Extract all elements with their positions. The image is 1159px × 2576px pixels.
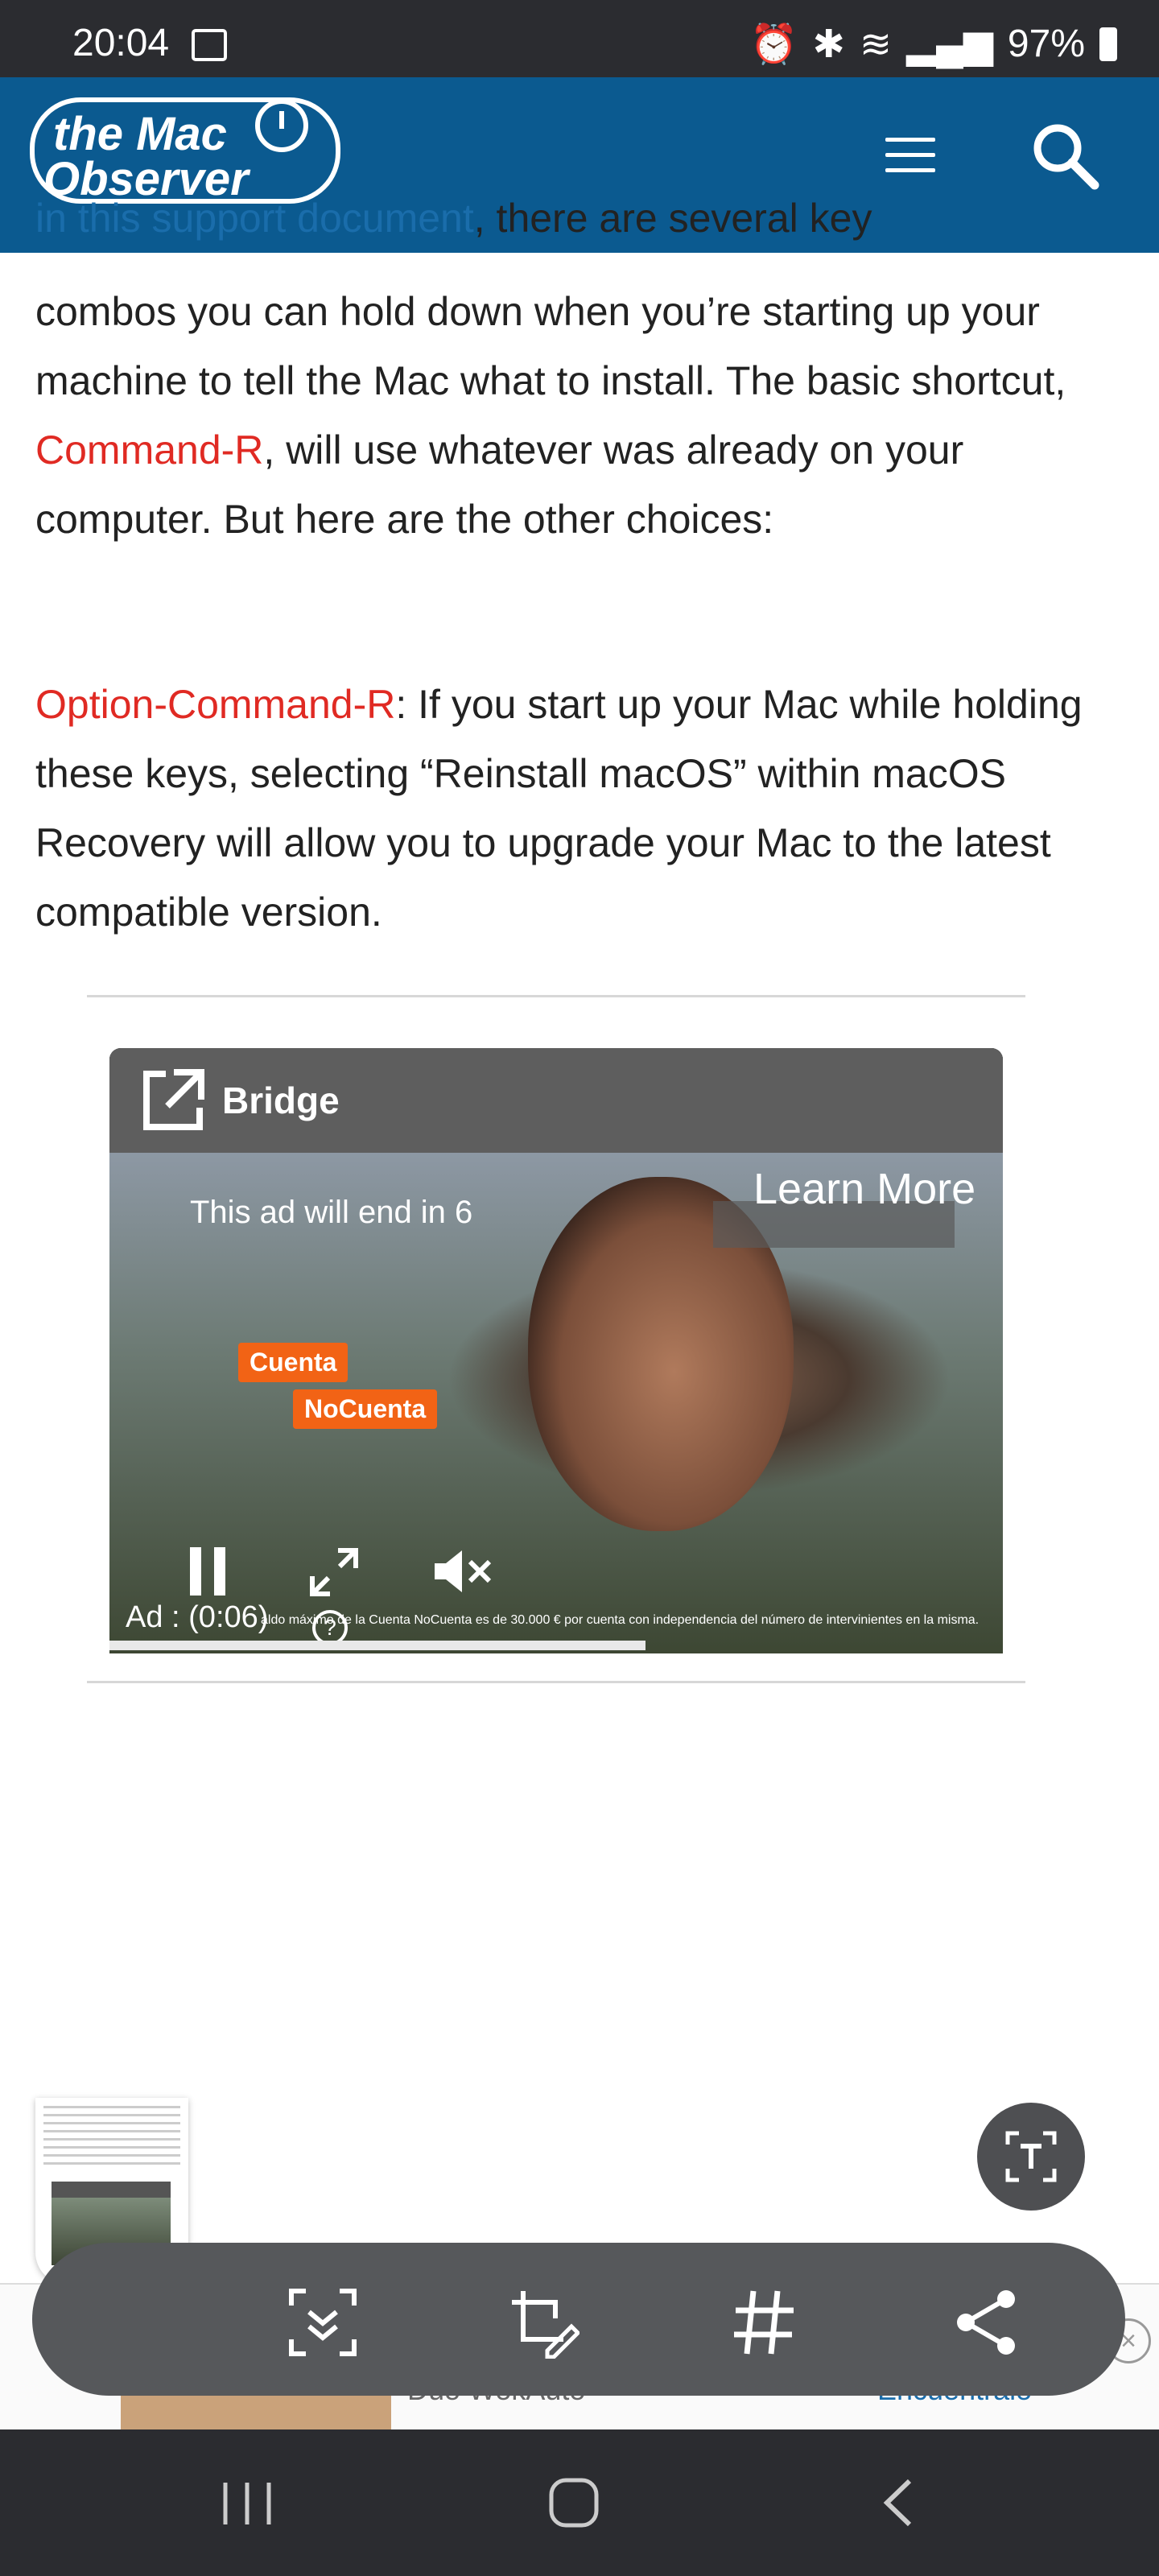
battery-icon xyxy=(1099,27,1117,61)
p1-text-a: combos you can hold down when you’re sta… xyxy=(35,289,1066,403)
ad-video[interactable]: This ad will end in 6 Learn More Cuenta … xyxy=(109,1153,1003,1653)
home-icon[interactable] xyxy=(547,2476,600,2529)
hashtag-icon[interactable] xyxy=(728,2286,800,2359)
article-body: in this support document, there are seve… xyxy=(35,196,1124,253)
battery-percent: 97% xyxy=(1007,23,1085,65)
text-scan-icon xyxy=(1005,2131,1057,2182)
back-icon[interactable] xyxy=(877,2476,918,2529)
search-icon[interactable] xyxy=(1029,119,1101,192)
divider-top xyxy=(87,995,1025,997)
command-r-link[interactable]: Command-R xyxy=(35,427,263,473)
gallery-icon xyxy=(192,29,227,61)
recent-apps-icon[interactable] xyxy=(219,2479,275,2528)
alarm-icon: ⏰ xyxy=(749,23,798,66)
menu-icon[interactable] xyxy=(885,138,935,173)
external-link-icon[interactable] xyxy=(138,1066,208,1135)
ad-header: Bridge xyxy=(109,1048,1003,1153)
wifi-icon: ≋ xyxy=(859,23,893,66)
video-ad[interactable]: Bridge This ad will end in 6 Learn More … xyxy=(109,1048,1003,1653)
thumb-text-lines xyxy=(43,2106,180,2170)
crop-edit-icon[interactable] xyxy=(507,2286,580,2359)
ad-disclaimer: aldo máximo de la Cuenta NoCuenta es de … xyxy=(261,1613,980,1627)
ad-chip-nocuenta: NoCuenta xyxy=(293,1389,438,1429)
divider-bottom xyxy=(87,1681,1025,1683)
ad-timer: Ad : (0:06) xyxy=(126,1600,269,1634)
status-icons: ⏰ ✱ ≋ ▂▄▆ 97% xyxy=(750,21,1117,67)
status-time: 20:04 xyxy=(72,22,170,64)
learn-more-button[interactable]: Learn More xyxy=(753,1164,975,1214)
pause-icon[interactable] xyxy=(190,1547,227,1596)
article-cut-line: in this support document, there are seve… xyxy=(35,184,1124,253)
status-bar: 20:04 ⏰ ✱ ≋ ▂▄▆ 97% xyxy=(0,0,1159,77)
article-cut-text: , there are several key xyxy=(473,196,872,241)
ad-chip-cuenta: Cuenta xyxy=(238,1343,349,1382)
scroll-capture-icon[interactable] xyxy=(287,2286,359,2359)
share-icon[interactable] xyxy=(950,2286,1022,2359)
article-paragraph-1: combos you can hold down when you’re sta… xyxy=(35,277,1124,554)
option-command-r-link[interactable]: Option-Command-R xyxy=(35,682,395,727)
bluetooth-icon: ✱ xyxy=(812,23,845,66)
extract-text-button[interactable] xyxy=(977,2103,1085,2211)
ad-progress-bar xyxy=(109,1641,645,1650)
ad-countdown: This ad will end in 6 xyxy=(190,1195,473,1230)
fullscreen-icon[interactable] xyxy=(309,1547,359,1597)
support-document-link[interactable]: in this support document xyxy=(35,196,474,241)
ad-brand: Bridge xyxy=(222,1080,340,1121)
article-paragraph-2: Option-Command-R: If you start up your M… xyxy=(35,670,1124,947)
signal-icon: ▂▄▆ xyxy=(906,23,993,66)
mute-icon[interactable] xyxy=(431,1547,493,1596)
navigation-bar xyxy=(0,2429,1159,2576)
